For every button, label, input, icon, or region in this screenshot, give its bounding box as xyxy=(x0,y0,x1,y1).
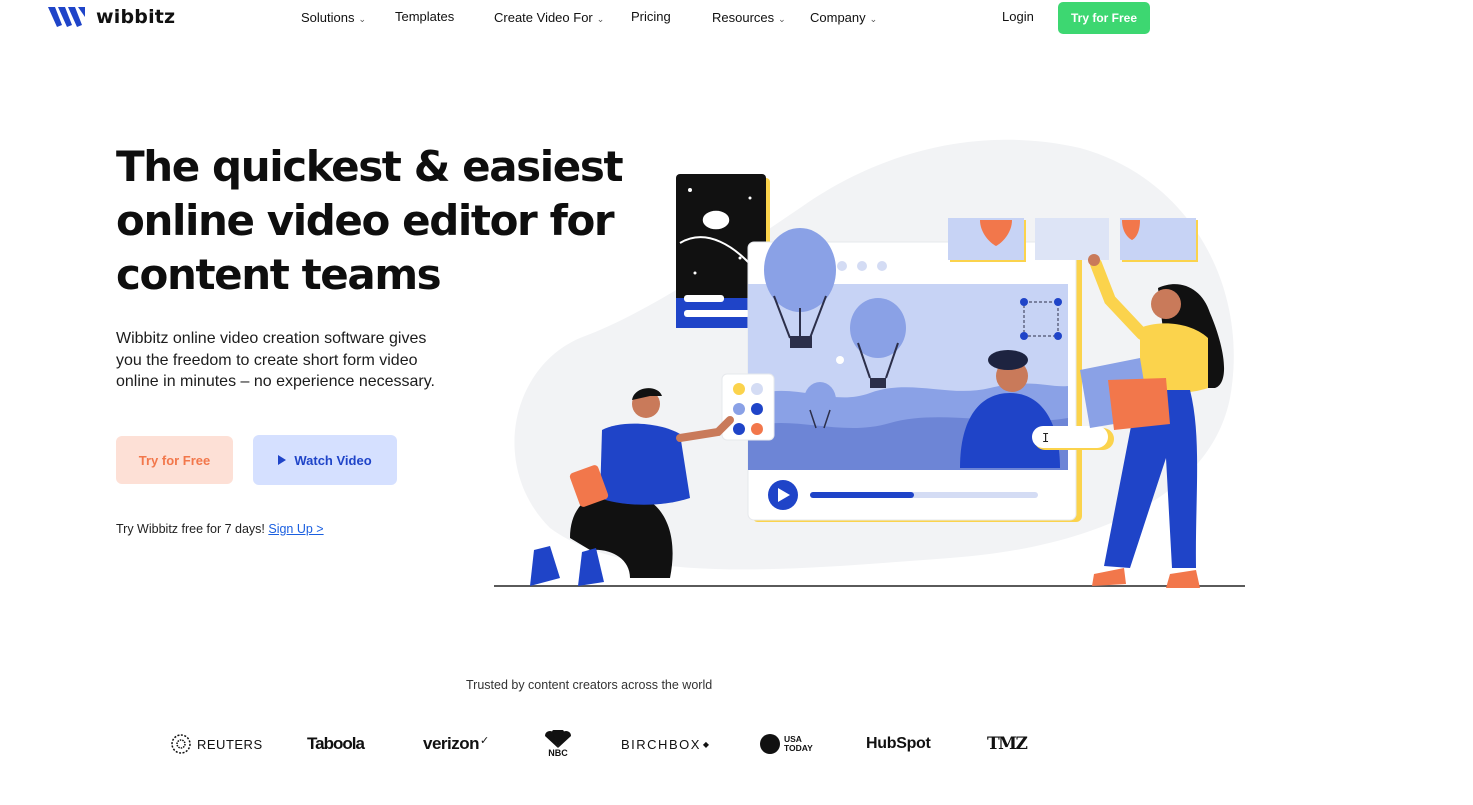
reuters-logo-text: REUTERS xyxy=(197,736,263,752)
hubspot-logo: HubSpot xyxy=(866,735,931,752)
reuters-globe-icon xyxy=(171,734,191,754)
chevron-down-icon: ⌄ xyxy=(358,14,367,24)
nbc-peacock-icon xyxy=(545,730,571,748)
nav-company-label: Company xyxy=(810,9,866,25)
nav-templates-label: Templates xyxy=(395,9,455,24)
nav-resources-label: Resources xyxy=(712,9,775,25)
chevron-down-icon: ⌄ xyxy=(596,14,605,24)
nav-solutions-label: Solutions xyxy=(301,9,355,25)
trusted-logos: REUTERS Taboola verizon ✓ NBC BIRCHBOX ◆… xyxy=(0,722,1473,772)
chevron-down-icon: ⌄ xyxy=(869,14,878,24)
nbc-logo: NBC xyxy=(543,722,573,766)
trial-text: Try Wibbitz free for 7 days! Sign Up > xyxy=(116,522,324,536)
usa-today-circle-icon xyxy=(760,734,780,754)
diamond-icon: ◆ xyxy=(702,739,711,749)
taboola-logo: Taboola xyxy=(307,734,365,753)
watch-video-button[interactable]: Watch Video xyxy=(253,435,397,485)
verizon-logo: verizon ✓ xyxy=(423,722,489,766)
wibbitz-logo-icon xyxy=(48,7,85,27)
nav-solutions[interactable]: Solutions ⌄ xyxy=(301,9,366,25)
reuters-logo: REUTERS xyxy=(171,722,263,766)
nav-resources[interactable]: Resources ⌄ xyxy=(712,9,786,25)
nav-templates[interactable]: Templates xyxy=(395,9,454,24)
usa-today-logo-text: USA TODAY xyxy=(784,734,813,753)
nav-company[interactable]: Company ⌄ xyxy=(810,9,877,25)
verizon-logo-text: verizon xyxy=(423,734,480,753)
tmz-logo: TMZ xyxy=(987,734,1028,754)
watch-video-label: Watch Video xyxy=(294,452,372,468)
trusted-heading: Trusted by content creators across the w… xyxy=(466,678,713,692)
top-nav: wibbitz Solutions ⌄ Templates Create Vid… xyxy=(0,0,1473,36)
chevron-down-icon: ⌄ xyxy=(778,14,786,24)
nav-pricing-label: Pricing xyxy=(631,9,671,24)
nav-pricing[interactable]: Pricing xyxy=(631,9,671,24)
nav-create-video-for[interactable]: Create Video For ⌄ xyxy=(494,9,604,25)
text-cursor-icon: I xyxy=(1042,431,1049,445)
login-link[interactable]: Login xyxy=(1002,9,1034,24)
birchbox-logo: BIRCHBOX ◆ xyxy=(621,722,711,766)
birchbox-logo-text: BIRCHBOX xyxy=(621,736,701,752)
nav-try-free-button[interactable]: Try for Free xyxy=(1058,2,1150,34)
trial-text-label: Try Wibbitz free for 7 days! xyxy=(116,522,269,536)
play-icon xyxy=(278,455,287,465)
sign-up-link[interactable]: Sign Up > xyxy=(268,522,323,536)
nbc-logo-text: NBC xyxy=(548,748,568,758)
nav-create-video-for-label: Create Video For xyxy=(494,9,593,25)
check-icon: ✓ xyxy=(480,734,489,747)
hero-try-free-button[interactable]: Try for Free xyxy=(116,436,233,484)
hero-title-line-3: content teams xyxy=(116,250,442,299)
usa-today-logo: USA TODAY xyxy=(760,722,818,766)
brand-wordmark: wibbitz xyxy=(96,6,176,28)
brand-logo[interactable]: wibbitz xyxy=(48,5,175,29)
hero-subtitle: Wibbitz online video creation software g… xyxy=(116,330,435,390)
hero-illustration: I xyxy=(494,139,1245,588)
